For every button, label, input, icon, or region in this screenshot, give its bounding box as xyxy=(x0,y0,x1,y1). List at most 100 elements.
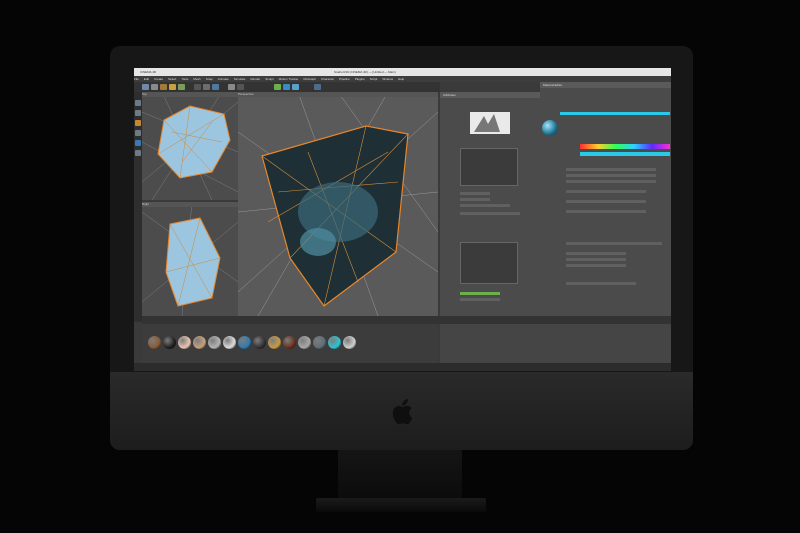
material-preview xyxy=(542,120,558,136)
panel-title: Attributes xyxy=(440,92,540,98)
menu-item[interactable]: Tools xyxy=(181,77,188,81)
material-param[interactable] xyxy=(566,200,646,203)
toolbar-button[interactable] xyxy=(237,84,244,90)
material-swatch[interactable] xyxy=(163,336,176,349)
param-field[interactable] xyxy=(460,292,500,295)
gradient-graph[interactable] xyxy=(460,242,518,284)
play-icon[interactable] xyxy=(169,84,176,90)
material-swatch[interactable] xyxy=(178,336,191,349)
tool-icon[interactable] xyxy=(135,140,141,146)
tool-icon[interactable] xyxy=(135,120,141,126)
timeline[interactable] xyxy=(142,316,671,324)
viewport-perspective-canvas xyxy=(238,92,438,316)
material-swatch[interactable] xyxy=(328,336,341,349)
rotate-icon[interactable] xyxy=(160,84,167,90)
material-param[interactable] xyxy=(566,242,662,245)
viewport-perspective[interactable]: Perspective xyxy=(238,92,438,316)
menu-item[interactable]: Create xyxy=(154,77,163,81)
material-swatch[interactable] xyxy=(223,336,236,349)
status-bar xyxy=(134,363,671,371)
menu-item[interactable]: Help xyxy=(398,77,404,81)
tool-icon[interactable] xyxy=(135,130,141,136)
toolbar-button[interactable] xyxy=(203,84,210,90)
material-swatch[interactable] xyxy=(208,336,221,349)
toolbar-button[interactable] xyxy=(283,84,290,90)
material-param[interactable] xyxy=(566,252,626,255)
menu-item[interactable]: Pipeline xyxy=(339,77,350,81)
menu-item[interactable]: MoGraph xyxy=(303,77,316,81)
material-param[interactable] xyxy=(566,210,646,213)
toolbar-button[interactable] xyxy=(274,84,281,90)
app-title: CINEMA 4D xyxy=(140,70,157,74)
viewport-right[interactable]: Right xyxy=(142,202,238,316)
menu-item[interactable]: Select xyxy=(168,77,176,81)
material-param[interactable] xyxy=(566,282,636,285)
menu-item[interactable]: Render xyxy=(250,77,260,81)
material-swatch[interactable] xyxy=(148,336,161,349)
viewport-top[interactable]: Top xyxy=(142,92,238,200)
material-param[interactable] xyxy=(566,264,626,267)
menu-item[interactable]: Mesh xyxy=(193,77,200,81)
material-swatch[interactable] xyxy=(313,336,326,349)
menu-item[interactable]: Window xyxy=(382,77,393,81)
material-manager xyxy=(142,324,438,364)
move-icon[interactable] xyxy=(142,84,149,90)
toolbar-button[interactable] xyxy=(212,84,219,90)
color-picker[interactable] xyxy=(580,140,670,162)
material-swatch[interactable] xyxy=(253,336,266,349)
tool-icon[interactable] xyxy=(135,110,141,116)
menu-item[interactable]: Plugins xyxy=(355,77,365,81)
window-titlebar: CINEMA 4D Studio R19 (CINEMA 4D) — [Unti… xyxy=(134,68,671,76)
menu-item[interactable]: Script xyxy=(370,77,378,81)
material-param[interactable] xyxy=(566,190,646,193)
viewport-label: Top xyxy=(142,92,147,96)
menu-item[interactable]: Sculpt xyxy=(265,77,273,81)
material-param[interactable] xyxy=(566,180,656,183)
viewport-header: Right xyxy=(142,202,238,207)
material-editor-panel: Material Editor xyxy=(540,82,671,322)
main-toolbar xyxy=(134,82,440,92)
param-field[interactable] xyxy=(460,212,520,215)
menu-item[interactable]: File xyxy=(134,77,139,81)
material-param[interactable] xyxy=(566,168,656,171)
toolbar-button[interactable] xyxy=(292,84,299,90)
menu-item[interactable]: Simulate xyxy=(234,77,246,81)
scale-icon[interactable] xyxy=(151,84,158,90)
material-swatch[interactable] xyxy=(238,336,251,349)
coordinates-panel xyxy=(440,324,671,364)
material-swatch[interactable] xyxy=(343,336,356,349)
viewport-top-canvas xyxy=(142,92,238,200)
attributes-panel: Attributes xyxy=(440,92,540,316)
param-field[interactable] xyxy=(460,192,490,195)
material-param[interactable] xyxy=(566,174,656,177)
menu-item[interactable]: Character xyxy=(321,77,334,81)
preview-histogram xyxy=(470,112,510,134)
param-field[interactable] xyxy=(460,204,510,207)
material-swatch[interactable] xyxy=(298,336,311,349)
apple-logo-icon xyxy=(392,399,413,425)
screen: CINEMA 4D Studio R19 (CINEMA 4D) — [Unti… xyxy=(134,68,671,371)
viewport-label: Right xyxy=(142,202,150,206)
material-tabs-bar xyxy=(560,112,670,115)
imac-foot xyxy=(316,498,486,512)
material-param[interactable] xyxy=(566,258,626,261)
toolbar-button[interactable] xyxy=(228,84,235,90)
toolbar-button[interactable] xyxy=(194,84,201,90)
menu-item[interactable]: Snap xyxy=(206,77,213,81)
menu-item[interactable]: Animate xyxy=(218,77,229,81)
toolbar-button[interactable] xyxy=(314,84,321,90)
tool-icon[interactable] xyxy=(135,150,141,156)
param-field[interactable] xyxy=(460,198,490,201)
material-swatch[interactable] xyxy=(268,336,281,349)
material-swatch[interactable] xyxy=(283,336,296,349)
render-icon[interactable] xyxy=(178,84,185,90)
menu-item[interactable]: Motion Tracker xyxy=(279,77,299,81)
imac-stand xyxy=(338,450,462,502)
menu-item[interactable]: Edit xyxy=(144,77,149,81)
param-field[interactable] xyxy=(460,298,500,301)
tool-icon[interactable] xyxy=(135,100,141,106)
material-swatch[interactable] xyxy=(193,336,206,349)
curve-graph[interactable] xyxy=(460,148,518,186)
viewport-label: Perspective xyxy=(238,92,254,96)
window-title: Studio R19 (CINEMA 4D) — [Untitled — Mai… xyxy=(334,70,396,74)
